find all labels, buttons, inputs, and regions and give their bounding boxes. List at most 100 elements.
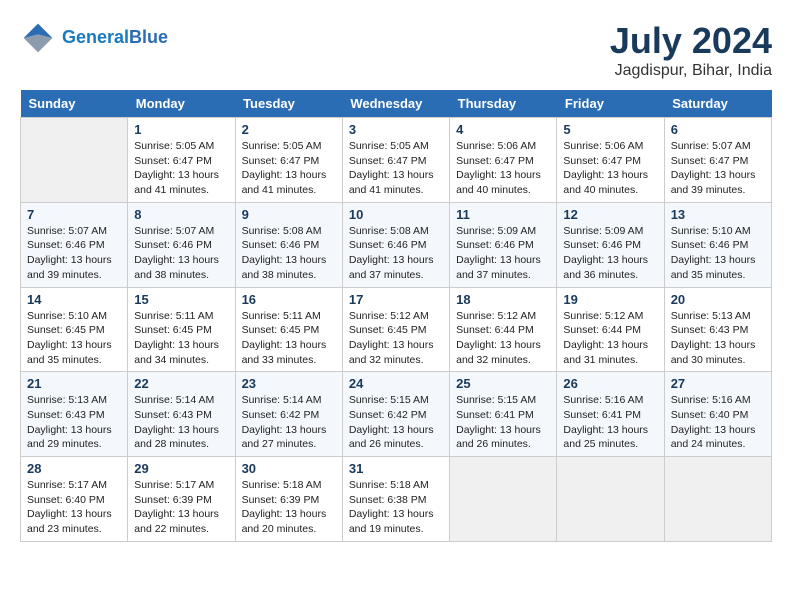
calendar-cell: 27 Sunrise: 5:16 AMSunset: 6:40 PMDayligh…	[664, 372, 771, 457]
day-info: Sunrise: 5:18 AMSunset: 6:38 PMDaylight:…	[349, 478, 443, 537]
day-info: Sunrise: 5:17 AMSunset: 6:39 PMDaylight:…	[134, 478, 228, 537]
header-day-wednesday: Wednesday	[342, 90, 449, 118]
day-number: 18	[456, 292, 550, 307]
header-row: SundayMondayTuesdayWednesdayThursdayFrid…	[21, 90, 772, 118]
day-number: 16	[242, 292, 336, 307]
day-info: Sunrise: 5:15 AMSunset: 6:41 PMDaylight:…	[456, 393, 550, 452]
logo: GeneralBlue	[20, 20, 168, 56]
day-number: 17	[349, 292, 443, 307]
week-row-3: 14Sunrise: 5:10 AMSunset: 6:45 PMDayligh…	[21, 287, 772, 372]
day-number: 23	[242, 376, 336, 391]
header-day-saturday: Saturday	[664, 90, 771, 118]
calendar-cell	[664, 457, 771, 542]
day-number: 30	[242, 461, 336, 476]
day-info: Sunrise: 5:10 AMSunset: 6:46 PMDaylight:…	[671, 224, 765, 283]
logo-icon	[20, 20, 56, 56]
calendar-cell: 21 Sunrise: 5:13 AMSunset: 6:43 PMDayligh…	[21, 372, 128, 457]
calendar-cell: 19 Sunrise: 5:12 AMSunset: 6:44 PMDayligh…	[557, 287, 664, 372]
day-info: Sunrise: 5:08 AMSunset: 6:46 PMDaylight:…	[242, 224, 336, 283]
day-info: Sunrise: 5:05 AMSunset: 6:47 PMDaylight:…	[134, 139, 228, 198]
day-info: Sunrise: 5:09 AMSunset: 6:46 PMDaylight:…	[563, 224, 657, 283]
day-info: Sunrise: 5:08 AMSunset: 6:46 PMDaylight:…	[349, 224, 443, 283]
calendar-cell: 6 Sunrise: 5:07 AMSunset: 6:47 PMDaylight…	[664, 118, 771, 203]
calendar-cell	[21, 118, 128, 203]
calendar-cell: 15 Sunrise: 5:11 AMSunset: 6:45 PMDayligh…	[128, 287, 235, 372]
day-info: Sunrise: 5:16 AMSunset: 6:40 PMDaylight:…	[671, 393, 765, 452]
calendar-cell	[450, 457, 557, 542]
day-number: 26	[563, 376, 657, 391]
calendar-cell: 23 Sunrise: 5:14 AMSunset: 6:42 PMDayligh…	[235, 372, 342, 457]
day-number: 19	[563, 292, 657, 307]
day-number: 3	[349, 122, 443, 137]
calendar-cell: 4Sunrise: 5:06 AMSunset: 6:47 PMDaylight…	[450, 118, 557, 203]
day-info: Sunrise: 5:13 AMSunset: 6:43 PMDaylight:…	[671, 309, 765, 368]
day-info: Sunrise: 5:13 AMSunset: 6:43 PMDaylight:…	[27, 393, 121, 452]
day-info: Sunrise: 5:05 AMSunset: 6:47 PMDaylight:…	[242, 139, 336, 198]
calendar-cell	[557, 457, 664, 542]
day-number: 20	[671, 292, 765, 307]
day-info: Sunrise: 5:06 AMSunset: 6:47 PMDaylight:…	[563, 139, 657, 198]
day-number: 12	[563, 207, 657, 222]
calendar-cell: 31 Sunrise: 5:18 AMSunset: 6:38 PMDayligh…	[342, 457, 449, 542]
calendar-cell: 22 Sunrise: 5:14 AMSunset: 6:43 PMDayligh…	[128, 372, 235, 457]
day-number: 1	[134, 122, 228, 137]
header-day-thursday: Thursday	[450, 90, 557, 118]
calendar-table: SundayMondayTuesdayWednesdayThursdayFrid…	[20, 90, 772, 542]
calendar-cell: 30Sunrise: 5:18 AMSunset: 6:39 PMDayligh…	[235, 457, 342, 542]
day-info: Sunrise: 5:12 AMSunset: 6:44 PMDaylight:…	[563, 309, 657, 368]
day-info: Sunrise: 5:12 AMSunset: 6:45 PMDaylight:…	[349, 309, 443, 368]
header-day-sunday: Sunday	[21, 90, 128, 118]
calendar-cell: 5 Sunrise: 5:06 AMSunset: 6:47 PMDaylight…	[557, 118, 664, 203]
month-year: July 2024	[610, 20, 772, 62]
day-number: 21	[27, 376, 121, 391]
day-number: 14	[27, 292, 121, 307]
calendar-cell: 29Sunrise: 5:17 AMSunset: 6:39 PMDayligh…	[128, 457, 235, 542]
logo-text: GeneralBlue	[62, 28, 168, 48]
week-row-5: 28 Sunrise: 5:17 AMSunset: 6:40 PMDayligh…	[21, 457, 772, 542]
day-number: 27	[671, 376, 765, 391]
title-block: July 2024 Jagdispur, Bihar, India	[610, 20, 772, 80]
calendar-cell: 9Sunrise: 5:08 AMSunset: 6:46 PMDaylight…	[235, 202, 342, 287]
day-info: Sunrise: 5:07 AMSunset: 6:46 PMDaylight:…	[27, 224, 121, 283]
week-row-1: 1 Sunrise: 5:05 AMSunset: 6:47 PMDaylight…	[21, 118, 772, 203]
calendar-cell: 25 Sunrise: 5:15 AMSunset: 6:41 PMDayligh…	[450, 372, 557, 457]
day-number: 28	[27, 461, 121, 476]
day-number: 15	[134, 292, 228, 307]
day-number: 6	[671, 122, 765, 137]
day-number: 22	[134, 376, 228, 391]
calendar-cell: 24Sunrise: 5:15 AMSunset: 6:42 PMDayligh…	[342, 372, 449, 457]
logo-line1: General	[62, 27, 129, 47]
calendar-cell: 3 Sunrise: 5:05 AMSunset: 6:47 PMDaylight…	[342, 118, 449, 203]
calendar-cell: 11 Sunrise: 5:09 AMSunset: 6:46 PMDayligh…	[450, 202, 557, 287]
calendar-cell: 10Sunrise: 5:08 AMSunset: 6:46 PMDayligh…	[342, 202, 449, 287]
day-number: 31	[349, 461, 443, 476]
day-number: 4	[456, 122, 550, 137]
day-number: 7	[27, 207, 121, 222]
calendar-cell: 20 Sunrise: 5:13 AMSunset: 6:43 PMDayligh…	[664, 287, 771, 372]
day-info: Sunrise: 5:15 AMSunset: 6:42 PMDaylight:…	[349, 393, 443, 452]
day-number: 5	[563, 122, 657, 137]
week-row-2: 7 Sunrise: 5:07 AMSunset: 6:46 PMDaylight…	[21, 202, 772, 287]
day-info: Sunrise: 5:05 AMSunset: 6:47 PMDaylight:…	[349, 139, 443, 198]
day-number: 13	[671, 207, 765, 222]
day-info: Sunrise: 5:09 AMSunset: 6:46 PMDaylight:…	[456, 224, 550, 283]
day-number: 8	[134, 207, 228, 222]
day-info: Sunrise: 5:07 AMSunset: 6:46 PMDaylight:…	[134, 224, 228, 283]
day-info: Sunrise: 5:07 AMSunset: 6:47 PMDaylight:…	[671, 139, 765, 198]
day-info: Sunrise: 5:11 AMSunset: 6:45 PMDaylight:…	[134, 309, 228, 368]
calendar-cell: 16Sunrise: 5:11 AMSunset: 6:45 PMDayligh…	[235, 287, 342, 372]
calendar-body: 1 Sunrise: 5:05 AMSunset: 6:47 PMDaylight…	[21, 118, 772, 542]
day-number: 25	[456, 376, 550, 391]
calendar-cell: 17 Sunrise: 5:12 AMSunset: 6:45 PMDayligh…	[342, 287, 449, 372]
calendar-cell: 2Sunrise: 5:05 AMSunset: 6:47 PMDaylight…	[235, 118, 342, 203]
day-info: Sunrise: 5:17 AMSunset: 6:40 PMDaylight:…	[27, 478, 121, 537]
calendar-cell: 18Sunrise: 5:12 AMSunset: 6:44 PMDayligh…	[450, 287, 557, 372]
day-number: 11	[456, 207, 550, 222]
calendar-cell: 8 Sunrise: 5:07 AMSunset: 6:46 PMDaylight…	[128, 202, 235, 287]
calendar-cell: 12 Sunrise: 5:09 AMSunset: 6:46 PMDayligh…	[557, 202, 664, 287]
day-info: Sunrise: 5:14 AMSunset: 6:42 PMDaylight:…	[242, 393, 336, 452]
day-info: Sunrise: 5:16 AMSunset: 6:41 PMDaylight:…	[563, 393, 657, 452]
header-day-friday: Friday	[557, 90, 664, 118]
calendar-cell: 28 Sunrise: 5:17 AMSunset: 6:40 PMDayligh…	[21, 457, 128, 542]
day-info: Sunrise: 5:14 AMSunset: 6:43 PMDaylight:…	[134, 393, 228, 452]
